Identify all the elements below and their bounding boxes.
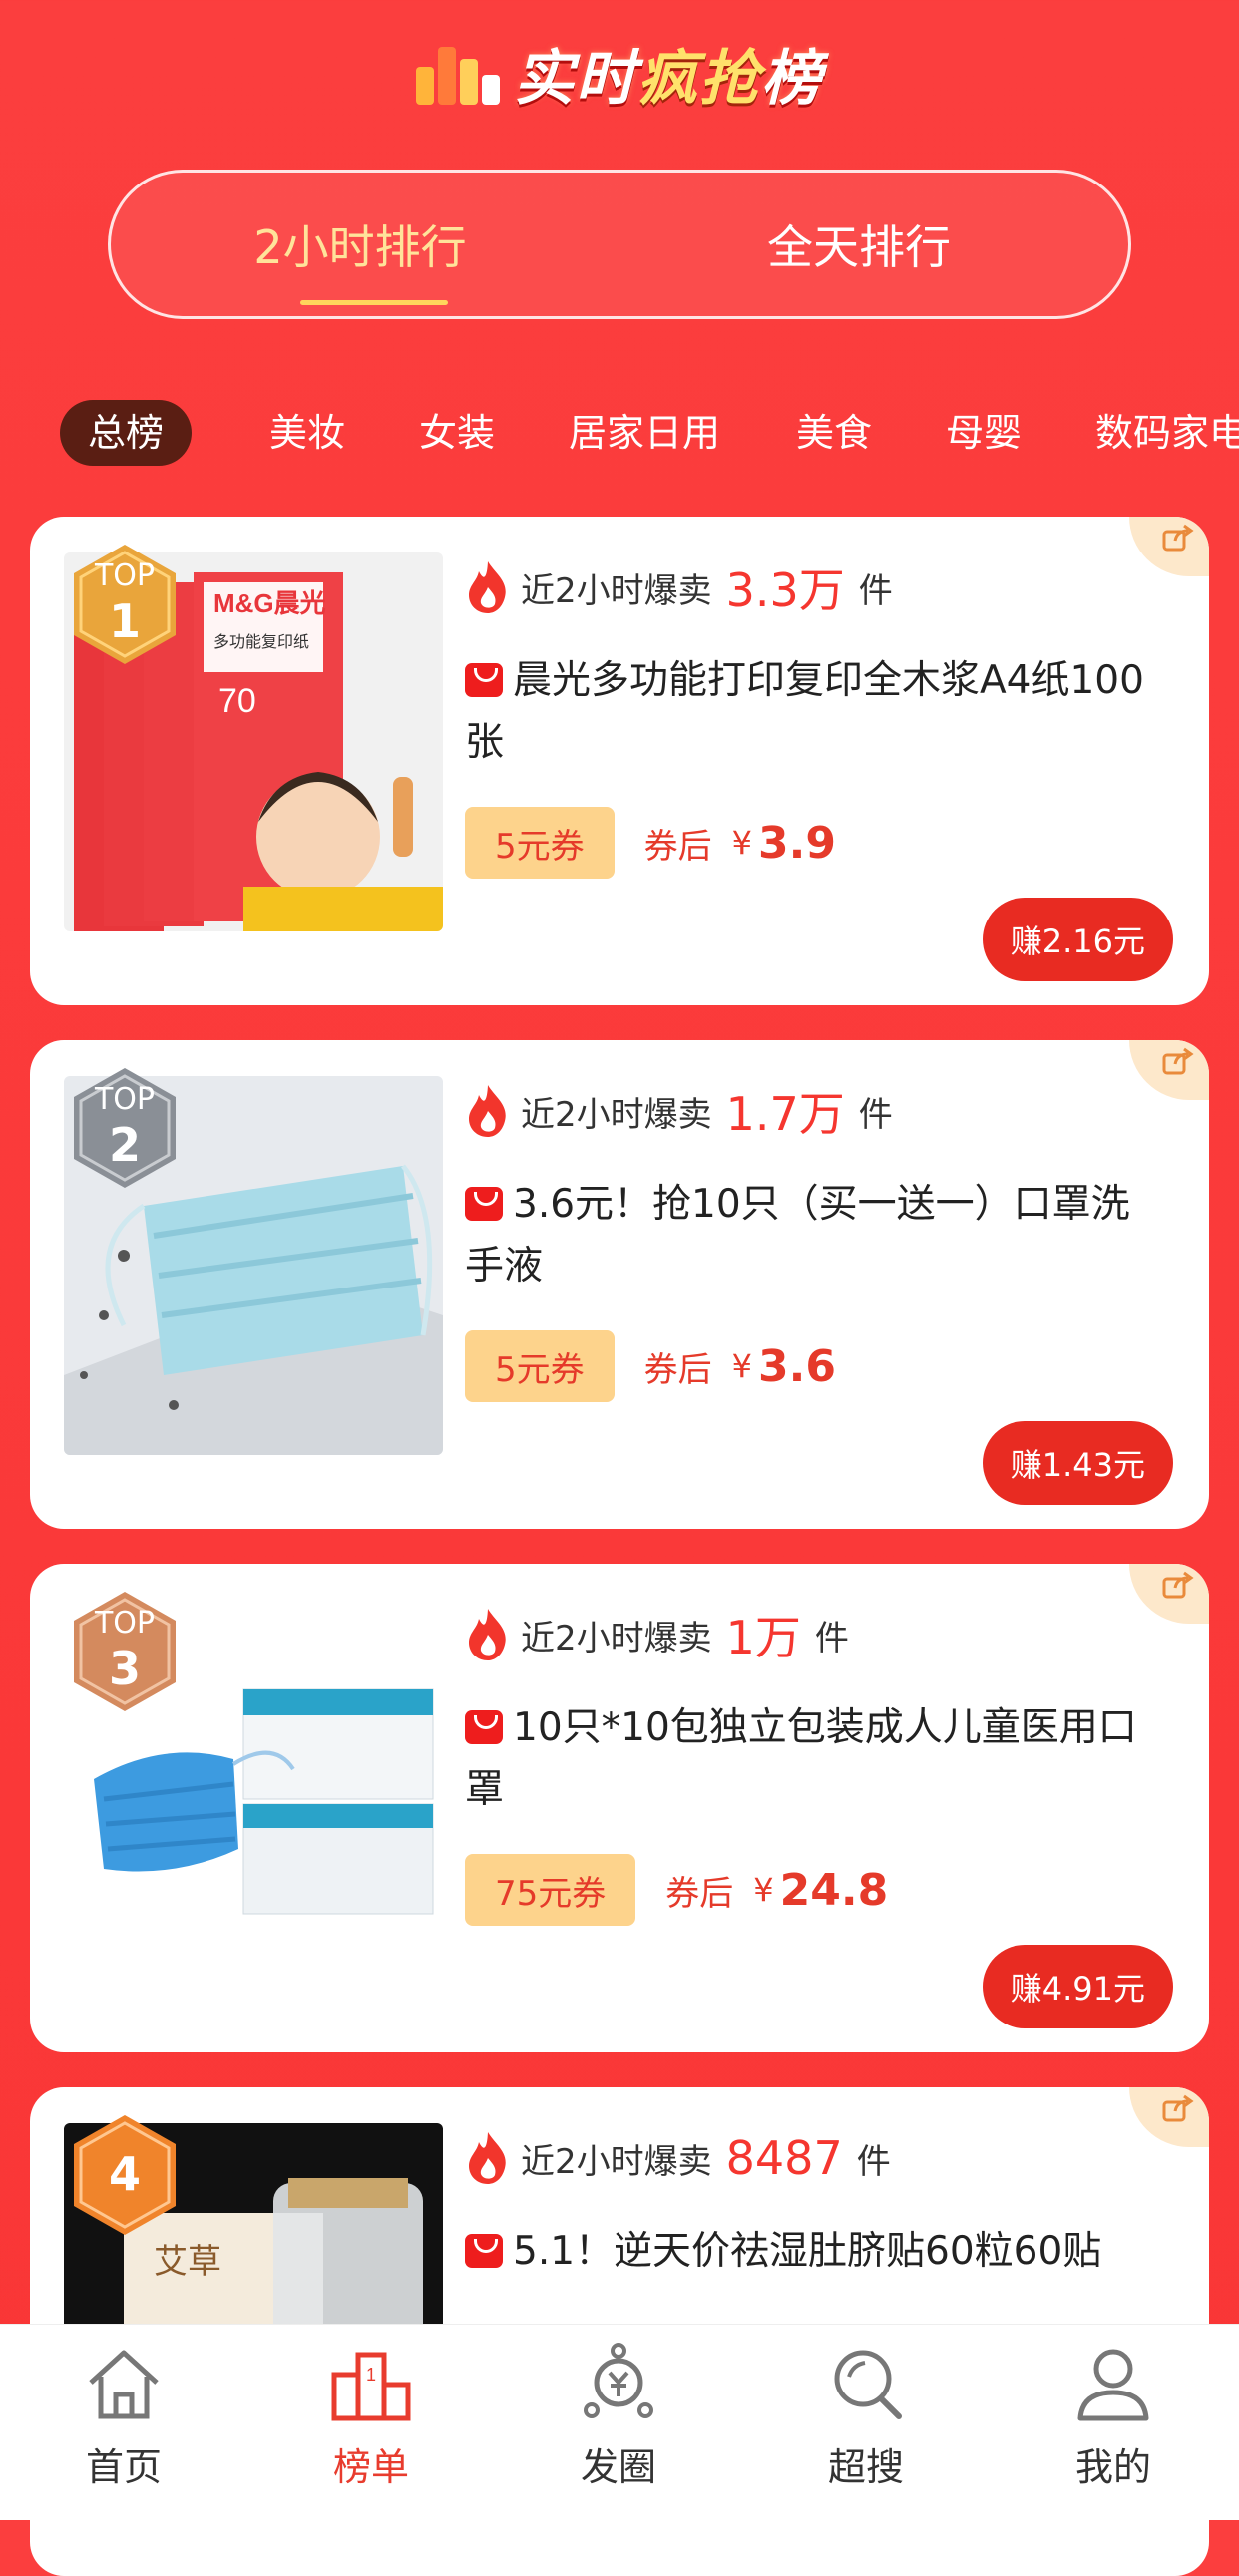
earn-button[interactable]: 赚4.91元 [982, 1945, 1173, 2028]
tmall-icon [465, 2234, 503, 2268]
rank-badge: TOP 3 [70, 1590, 180, 1713]
nav-super-search[interactable]: 超搜 [742, 2325, 990, 2520]
fire-icon [469, 561, 506, 613]
price-row: 5元券 券后 ¥3.6 [465, 1329, 836, 1403]
product-title: 3.6元！抢10只（买一送一）口罩洗手液 [465, 1182, 1130, 1288]
search-icon [834, 2350, 902, 2419]
nav-share[interactable]: 发圈 [495, 2325, 742, 2520]
price: 3.9 [758, 817, 836, 869]
category-food[interactable]: 美食 [796, 400, 872, 466]
category-beauty[interactable]: 美妆 [269, 400, 345, 466]
share-icon[interactable] [1129, 1040, 1209, 1100]
product-card[interactable]: TOP 3 近2小时爆卖 1万件 10只*10包独立包装成人儿童医用口罩 75元券… [30, 1564, 1209, 2052]
earn-button[interactable]: 赚1.43元 [982, 1421, 1173, 1505]
tmall-icon [465, 1710, 503, 1744]
fire-icon [469, 2132, 506, 2184]
coupon-button[interactable]: 75元券 [465, 1854, 636, 1926]
category-baby[interactable]: 母婴 [946, 400, 1022, 466]
product-card[interactable]: TOP 2 近2小时爆卖 1.7万件 3.6元！抢10只（买一送一）口罩洗手液 5… [30, 1040, 1209, 1529]
fire-icon [469, 1609, 506, 1660]
tab-2-hour[interactable]: 2小时排行 [111, 173, 610, 316]
price: 24.8 [779, 1864, 889, 1916]
coupon-button[interactable]: 5元券 [465, 807, 615, 879]
price: 3.6 [758, 1340, 836, 1392]
sales-count: 3.3万 [725, 563, 845, 617]
share-icon[interactable] [1129, 2087, 1209, 2147]
sales-count: 8487 [725, 2131, 843, 2185]
sales-line: 近2小时爆卖 1万件 [465, 1600, 849, 1669]
active-tab-indicator [300, 300, 448, 305]
sales-line: 近2小时爆卖 8487 件 [465, 2123, 891, 2193]
box-text: 艾草 [154, 2243, 221, 2281]
product-title: 晨光多功能打印复印全木浆A4纸100张 [465, 658, 1144, 765]
nav-ranking[interactable]: 1 榜单 [247, 2325, 495, 2520]
page-header: 实时疯抢榜 [0, 28, 1239, 118]
rank-badge: TOP 1 [70, 543, 180, 666]
user-icon [1077, 2349, 1149, 2421]
share-icon[interactable] [1129, 1564, 1209, 1624]
ranking-bars-icon [416, 41, 500, 105]
price-row: 75元券 券后 ¥24.8 [465, 1853, 888, 1927]
price-row: 5元券 券后 ¥3.9 [465, 806, 836, 880]
podium-icon: 1 [331, 2352, 411, 2421]
tmall-icon [465, 663, 503, 697]
sales-line: 近2小时爆卖 3.3万件 [465, 552, 893, 622]
tab-all-day[interactable]: 全天排行 [610, 173, 1108, 316]
rank-badge: 4 [70, 2113, 180, 2237]
home-icon [89, 2350, 159, 2419]
share-icon[interactable] [1129, 517, 1209, 576]
product-card[interactable]: M&G晨光 多功能复印纸 70 TOP 1 近2小时爆卖 3.3万件 晨光多功能打… [30, 517, 1209, 1005]
brand-text: M&G晨光 [213, 588, 326, 618]
nav-home[interactable]: 首页 [0, 2325, 247, 2520]
product-title: 5.1！逆天价祛湿肚脐贴60粒60贴 [465, 2221, 1163, 2283]
category-womens-wear[interactable]: 女装 [419, 400, 495, 466]
sales-line: 近2小时爆卖 1.7万件 [465, 1076, 893, 1146]
earn-button[interactable]: 赚2.16元 [982, 898, 1173, 981]
bottom-tab-bar: 首页 1 榜单 发圈 超搜 我的 [0, 2324, 1239, 2520]
yen-share-icon [584, 2343, 653, 2418]
category-bar: 总榜 美妆 女装 居家日用 美食 母婴 数码家电 [0, 394, 1239, 474]
rank-badge: TOP 2 [70, 1066, 180, 1190]
page-title: 实时疯抢榜 [514, 43, 823, 114]
category-electronics[interactable]: 数码家电 [1095, 400, 1239, 466]
product-title: 10只*10包独立包装成人儿童医用口罩 [465, 1705, 1137, 1812]
ranking-tab-switch: 2小时排行 全天排行 [108, 170, 1131, 319]
sales-count: 1.7万 [725, 1087, 845, 1141]
category-home[interactable]: 居家日用 [569, 400, 720, 466]
category-all[interactable]: 总榜 [60, 400, 193, 466]
gsm-text: 70 [218, 682, 256, 720]
svg-text:1: 1 [366, 2365, 376, 2385]
nav-mine[interactable]: 我的 [990, 2325, 1237, 2520]
fire-icon [469, 1085, 506, 1137]
tmall-icon [465, 1187, 503, 1221]
coupon-button[interactable]: 5元券 [465, 1330, 615, 1402]
pack-text: 多功能复印纸 [213, 633, 309, 651]
sales-count: 1万 [725, 1611, 801, 1664]
